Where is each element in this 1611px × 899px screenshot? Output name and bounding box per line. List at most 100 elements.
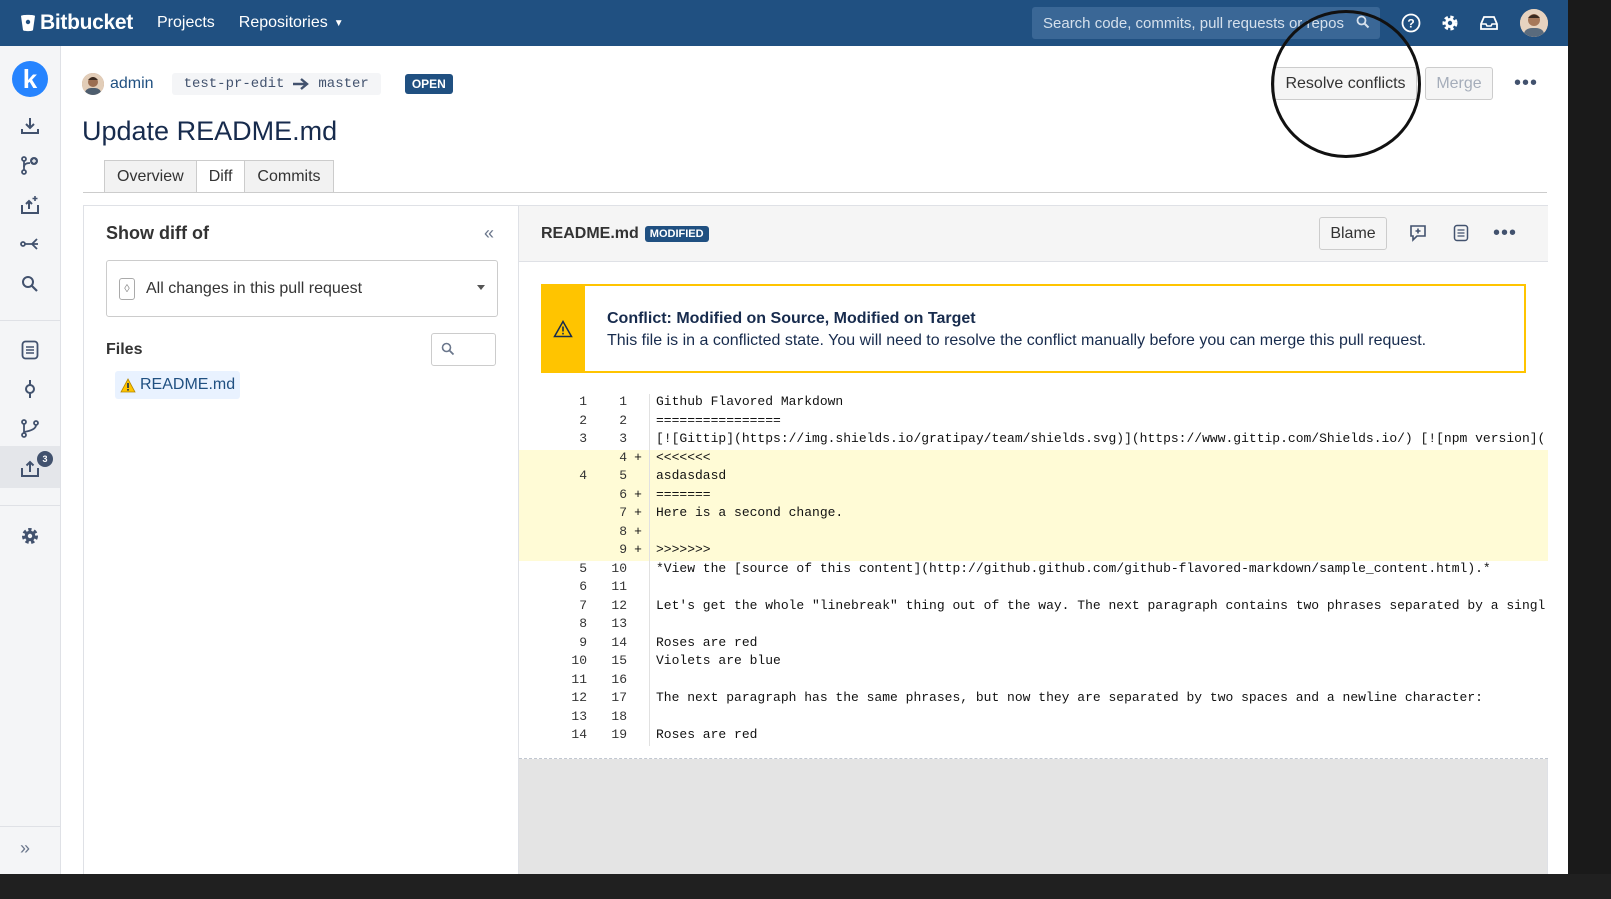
file-filter-input[interactable]	[431, 333, 496, 366]
gutter-separator	[649, 449, 650, 468]
diff-line[interactable]: 1 1 Github Flavored Markdown	[519, 394, 1548, 413]
desktop-background	[0, 874, 1611, 899]
search-input[interactable]: Search code, commits, pull requests or r…	[1032, 7, 1380, 39]
diff-line[interactable]: 6 + =======	[519, 486, 1548, 506]
gutter-separator	[649, 542, 650, 561]
repo-settings-icon[interactable]	[18, 524, 42, 548]
project-avatar[interactable]: k	[12, 61, 48, 97]
commit-range-icon: ◊	[119, 277, 135, 300]
diff-line[interactable]: 2 2 ================	[519, 412, 1548, 431]
create-pull-request-icon[interactable]	[18, 193, 42, 217]
arrow-right-icon	[293, 78, 310, 90]
user-avatar[interactable]	[1520, 9, 1548, 37]
svg-text:?: ?	[1407, 17, 1414, 31]
line-code: Let's get the whole "linebreak" thing ou…	[656, 597, 1546, 613]
author-avatar[interactable]	[82, 73, 104, 95]
line-marker: +	[634, 486, 642, 502]
commits-icon[interactable]	[18, 377, 42, 401]
inbox-icon[interactable]	[1477, 11, 1501, 35]
diff-line[interactable]: 14 19 Roses are red	[519, 727, 1548, 746]
line-marker	[627, 727, 649, 746]
diff-line[interactable]: 5 10 *View the [source of this content](ht…	[519, 560, 1548, 579]
old-line-number: 6	[579, 579, 587, 594]
diff-line[interactable]: 9 + >>>>>>>	[519, 542, 1548, 561]
diff-line[interactable]: 13 18	[519, 708, 1548, 728]
diff-line[interactable]: 10 15 Violets are blue	[519, 653, 1548, 672]
line-code: The next paragraph has the same phrases,…	[656, 690, 1483, 705]
diff-line[interactable]: 6 11	[519, 579, 1548, 598]
diff-body: Conflict: Modified on Source, Modified o…	[519, 262, 1548, 759]
diff-line[interactable]: 12 17 The next paragraph has the same phra…	[519, 690, 1548, 709]
branches-icon[interactable]	[18, 416, 42, 440]
blame-button[interactable]: Blame	[1319, 217, 1387, 250]
file-more-icon[interactable]: •••	[1493, 222, 1517, 245]
old-line-number: 7	[579, 597, 587, 613]
old-line-number: 3	[579, 431, 587, 446]
pr-author[interactable]: admin	[110, 75, 154, 93]
new-line-number: 11	[611, 579, 627, 594]
diff-scope-select[interactable]: ◊ All changes in this pull request	[106, 260, 498, 317]
new-line-number: 10	[611, 560, 627, 576]
tab-commits[interactable]: Commits	[244, 160, 334, 193]
gutter-separator	[649, 579, 650, 598]
file-tree-item[interactable]: README.md	[115, 371, 241, 399]
new-line-number: 2	[619, 412, 627, 428]
diff-line[interactable]: 3 3 [![Gittip](https://img.shields.io/grat…	[519, 431, 1548, 450]
conflict-banner: Conflict: Modified on Source, Modified o…	[541, 284, 1526, 373]
nav-repositories[interactable]: Repositories ▼	[239, 14, 344, 32]
help-icon[interactable]: ?	[1399, 11, 1423, 35]
view-file-icon[interactable]	[1451, 223, 1471, 243]
expand-sidebar-button[interactable]: »	[20, 838, 30, 859]
sidebar-divider	[0, 505, 60, 506]
more-actions-icon[interactable]: •••	[1514, 72, 1538, 95]
diff-line[interactable]: 4 + <<<<<<<	[519, 449, 1548, 468]
source-branch[interactable]: test-pr-edit	[184, 76, 285, 92]
conflict-banner-bar	[541, 284, 585, 373]
brand-name: Bitbucket	[40, 11, 133, 34]
search-placeholder: Search code, commits, pull requests or r…	[1043, 14, 1344, 32]
old-line-number: 1	[579, 394, 587, 409]
nav-projects[interactable]: Projects	[157, 14, 215, 32]
target-branch[interactable]: master	[318, 76, 368, 92]
diff-line[interactable]: 7 + Here is a second change.	[519, 505, 1548, 524]
resolve-conflicts-button[interactable]: Resolve conflicts	[1274, 67, 1417, 100]
diff-line[interactable]: 8 13	[519, 616, 1548, 635]
line-code: asdasdasd	[656, 468, 727, 483]
bitbucket-logo[interactable]: Bitbucket	[20, 11, 133, 35]
diff-line[interactable]: 4 5 asdasdasd	[519, 468, 1548, 487]
project-letter: k	[22, 63, 38, 94]
old-line-number	[519, 487, 587, 506]
diff-panel: README.md MODIFIED Blame ••• Conflict: M…	[519, 205, 1548, 874]
new-line-number: 15	[611, 653, 627, 668]
gutter-separator	[649, 708, 650, 727]
modified-badge: MODIFIED	[644, 226, 709, 242]
tab-overview[interactable]: Overview	[104, 160, 197, 193]
settings-icon[interactable]	[1438, 11, 1462, 35]
new-line-number: 6	[619, 486, 627, 502]
new-line-number: 19	[611, 727, 627, 742]
gutter-separator	[649, 505, 650, 524]
source-icon[interactable]	[18, 338, 42, 362]
search-icon[interactable]	[18, 272, 42, 296]
add-comment-icon[interactable]	[1408, 223, 1428, 243]
collapse-panel-icon[interactable]: «	[484, 223, 494, 244]
gutter-separator	[649, 523, 650, 542]
sidebar: k 3 »	[0, 46, 61, 874]
diff-file-tree-panel: Show diff of « ◊ All changes in this pul…	[83, 205, 519, 874]
clone-icon[interactable]	[18, 114, 42, 138]
line-code: >>>>>>>	[656, 542, 711, 557]
diff-line[interactable]: 7 12 Let's get the whole "linebreak" thing…	[519, 597, 1548, 616]
pr-tabs: Overview Diff Commits	[104, 160, 334, 193]
create-branch-icon[interactable]	[18, 153, 42, 177]
diff-line[interactable]: 11 16	[519, 671, 1548, 690]
old-line-number: 11	[571, 671, 587, 687]
gutter-separator	[649, 597, 650, 616]
fork-icon[interactable]	[18, 232, 42, 256]
new-line-number: 8	[619, 523, 627, 539]
diff-line[interactable]: 9 14 Roses are red	[519, 634, 1548, 653]
tab-diff[interactable]: Diff	[195, 160, 246, 193]
diff-line[interactable]: 8 +	[519, 523, 1548, 542]
merge-button[interactable]: Merge	[1425, 67, 1493, 100]
nav-repositories-label: Repositories	[238, 14, 328, 31]
